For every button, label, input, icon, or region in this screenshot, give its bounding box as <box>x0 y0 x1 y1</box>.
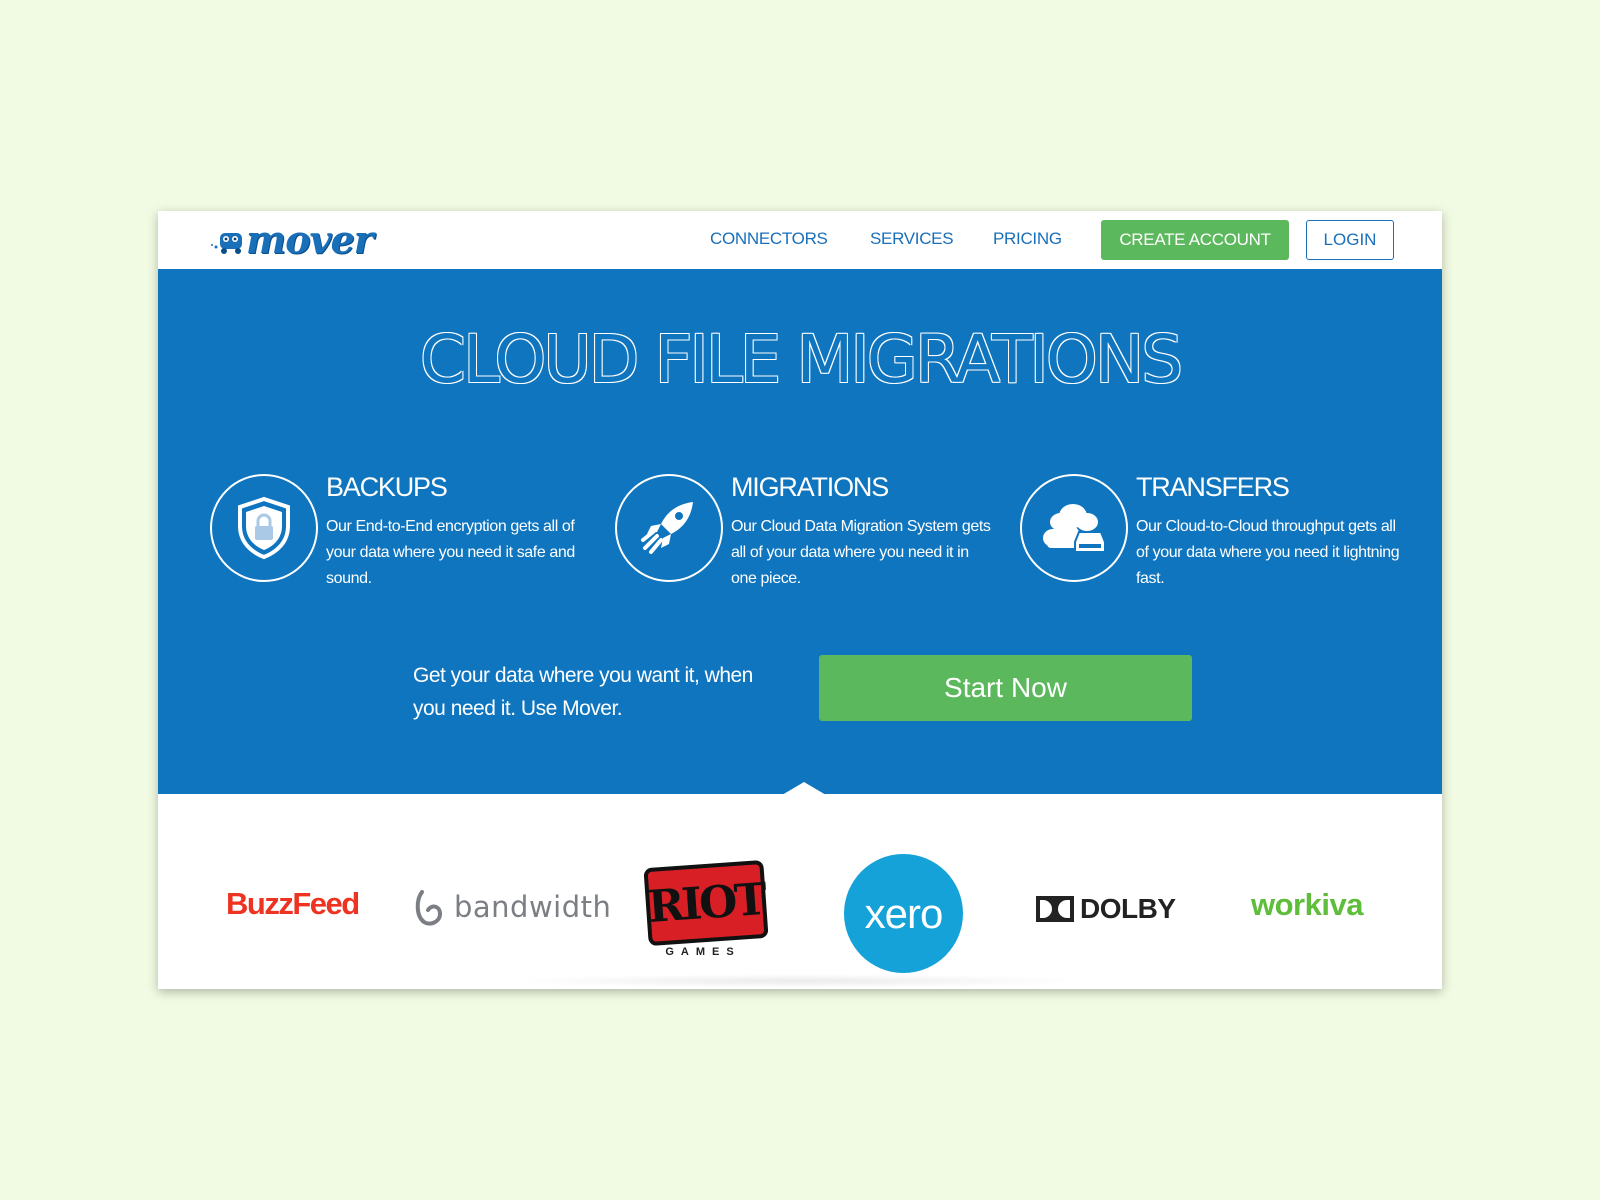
nav-services[interactable]: SERVICES <box>870 229 954 249</box>
dolby-logo: DOLBY <box>1036 893 1176 925</box>
feature-description: Our Cloud Data Migration System gets all… <box>731 518 991 587</box>
xero-logo: xero <box>844 854 963 973</box>
mover-mascot-icon <box>211 233 242 254</box>
feature-icon-circle <box>615 474 723 582</box>
bandwidth-logo: bandwidth <box>412 888 611 926</box>
hero-title: CLOUD FILE MIGRATIONS <box>419 321 1183 398</box>
start-now-button[interactable]: Start Now <box>819 655 1192 721</box>
rocket-icon <box>641 502 693 554</box>
cloud-drive-icon <box>1043 504 1106 553</box>
riot-games-text: GAMES <box>665 946 741 958</box>
create-account-button[interactable]: CREATE ACCOUNT <box>1101 220 1289 260</box>
feature-title: MIGRATIONS <box>731 472 889 502</box>
bandwidth-mark-icon <box>415 890 443 926</box>
hero-section: CLOUD FILE MIGRATIONS BACKUPS Our End-to… <box>158 269 1442 795</box>
riot-wordmark: RIOT <box>643 859 769 947</box>
feature-icon-circle <box>210 474 318 582</box>
nav-pricing[interactable]: PRICING <box>993 229 1062 249</box>
riot-games-logo: RIOT GAMES <box>638 859 769 964</box>
feature-description: Our End-to-End encryption gets all of yo… <box>326 518 575 587</box>
customer-logos: BuzzFeed bandwidth RIOT GAMES xero DOLBY… <box>158 794 1442 989</box>
feature-backups: BACKUPS Our End-to-End encryption gets a… <box>210 472 590 602</box>
top-nav: mover CONNECTORS SERVICES PRICING CREATE… <box>158 211 1442 270</box>
bottom-shadow <box>508 974 1088 988</box>
feature-title: TRANSFERS <box>1136 472 1290 502</box>
hero-tagline: Get your data where you want it, when yo… <box>413 664 753 720</box>
feature-transfers: TRANSFERS Our Cloud-to-Cloud throughput … <box>1020 472 1400 602</box>
browser-page: mover CONNECTORS SERVICES PRICING CREATE… <box>158 211 1442 989</box>
workiva-logo: workiva <box>1251 887 1363 922</box>
nav-connectors[interactable]: CONNECTORS <box>710 229 828 249</box>
mover-logo[interactable]: mover <box>210 216 374 262</box>
logo-text: mover <box>246 216 374 262</box>
dolby-mark-icon <box>1036 896 1074 922</box>
shield-lock-icon <box>238 496 290 560</box>
dolby-text: DOLBY <box>1080 893 1176 924</box>
feature-migrations: MIGRATIONS Our Cloud Data Migration Syst… <box>615 472 995 602</box>
login-button[interactable]: LOGIN <box>1306 220 1394 260</box>
feature-description: Our Cloud-to-Cloud throughput gets all o… <box>1136 518 1400 587</box>
bandwidth-text: bandwidth <box>454 890 612 924</box>
feature-title: BACKUPS <box>326 472 448 502</box>
feature-icon-circle <box>1020 474 1128 582</box>
buzzfeed-logo: BuzzFeed <box>226 886 360 921</box>
